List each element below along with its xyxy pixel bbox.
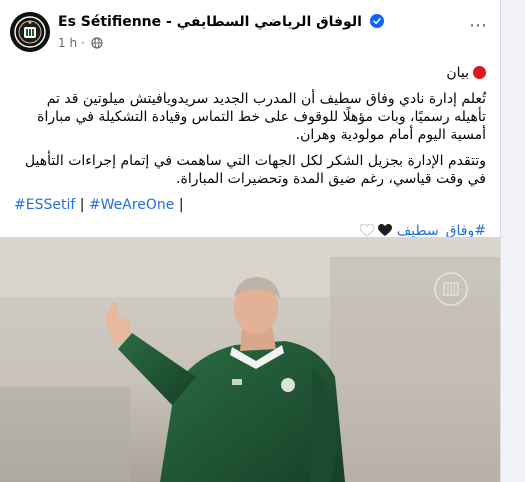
black-heart-icon	[378, 224, 393, 236]
hashtag-separator: |	[174, 197, 184, 213]
page-name-arabic[interactable]: الوفاق الرياضي السطايفي	[177, 14, 362, 30]
post-photo[interactable]	[0, 237, 500, 482]
statement-heading-row: بيان	[14, 64, 486, 82]
coach-photo-image	[0, 237, 500, 482]
post-meta: 1 h ·	[58, 36, 103, 50]
globe-icon[interactable]	[90, 37, 103, 49]
post-card: Es Sétifienne - الوفاق الرياضي السطايفي …	[0, 0, 501, 482]
statement-heading: بيان	[446, 65, 469, 81]
club-logo-icon	[10, 12, 50, 52]
post-time[interactable]: 1 h	[58, 36, 77, 50]
hashtag-separator: |	[75, 197, 89, 213]
hashtag-row: #ESSetif | #WeAreOne |	[14, 196, 486, 214]
page-name[interactable]: Es Sétifienne - الوفاق الرياضي السطايفي	[58, 14, 384, 30]
meta-dot: ·	[80, 36, 85, 50]
verified-badge-icon	[369, 14, 384, 28]
post-body: بيان تُعلم إدارة نادي وفاق سطيف أن المدر…	[14, 64, 486, 240]
page-scrollbar[interactable]	[515, 0, 525, 482]
statement-paragraph-1: تُعلم إدارة نادي وفاق سطيف أن المدرب الج…	[37, 91, 486, 143]
post-header: Es Sétifienne - الوفاق الرياضي السطايفي …	[10, 12, 490, 56]
hashtag-weareone[interactable]: #WeAreOne	[89, 197, 175, 213]
red-circle-icon	[473, 66, 486, 79]
more-options-button[interactable]: ⋯	[466, 16, 490, 40]
page-name-separator: -	[161, 14, 177, 30]
statement-paragraph-2: وتتقدم الإدارة بجزيل الشكر لكل الجهات ال…	[24, 153, 486, 187]
page-name-latin[interactable]: Es Sétifienne	[58, 14, 161, 30]
hashtag-essetif[interactable]: #ESSetif	[14, 197, 75, 213]
page-avatar[interactable]	[10, 12, 50, 52]
white-heart-icon	[359, 224, 374, 237]
